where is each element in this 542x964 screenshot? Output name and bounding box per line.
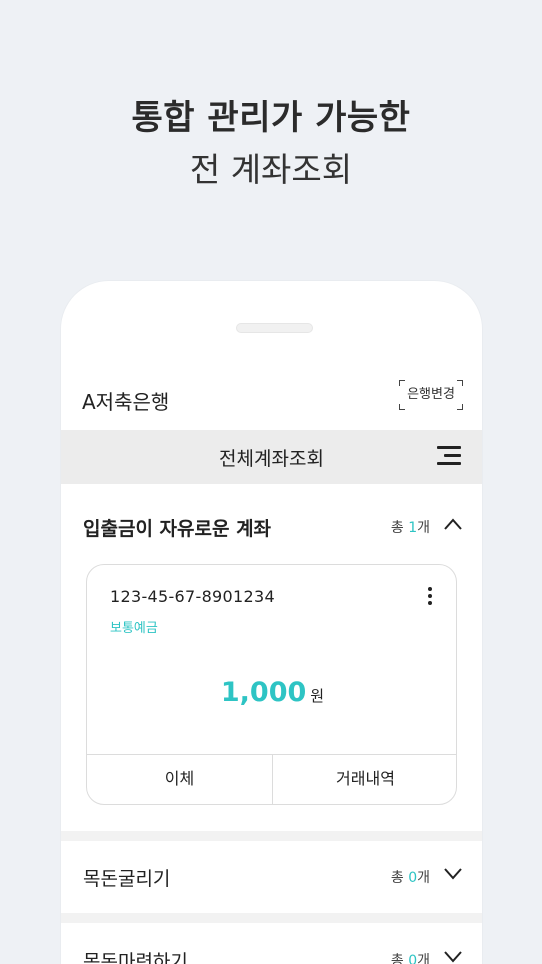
account-number: 123-45-67-8901234 <box>110 587 275 606</box>
bank-change-button[interactable]: 은행변경 <box>399 380 463 410</box>
menu-icon[interactable] <box>437 446 461 466</box>
more-vertical-icon[interactable] <box>428 587 432 605</box>
count-number: 0 <box>408 953 418 964</box>
headline-line-2: 전 계좌조회 <box>189 150 353 189</box>
section-title: 목돈굴리기 <box>83 868 171 890</box>
page-titlebar: 전체계좌조회 <box>61 430 482 484</box>
balance-unit: 원 <box>310 687 325 705</box>
account-balance: 1,000 원 <box>87 677 456 708</box>
section-count: 총 1개 <box>390 520 430 536</box>
balance-value: 1,000 <box>220 677 307 708</box>
account-card[interactable]: 123-45-67-8901234 보통예금 1,000 원 이체 거래내역 <box>86 564 457 805</box>
section-divider <box>61 913 482 923</box>
bracket-corner <box>457 404 463 410</box>
section-header-savings[interactable]: 목돈마련하기 총 0개 <box>61 939 482 964</box>
section-header-deposit[interactable]: 입출금이 자유로운 계좌 총 1개 <box>61 506 482 546</box>
section-divider <box>61 831 482 841</box>
chevron-up-icon[interactable] <box>444 518 462 530</box>
section-header-lump-sum[interactable]: 목돈굴리기 총 0개 <box>61 856 482 896</box>
promo-headline: 통합 관리가 가능한 전 계좌조회 <box>0 96 542 192</box>
card-actions: 이체 거래내역 <box>87 754 456 804</box>
headline-line-1: 통합 관리가 가능한 <box>131 98 411 138</box>
bank-change-label: 은행변경 <box>407 387 455 402</box>
transfer-button[interactable]: 이체 <box>87 755 273 804</box>
section-title: 입출금이 자유로운 계좌 <box>83 518 272 540</box>
bank-header: A저축은행 은행변경 <box>61 378 482 418</box>
count-number: 1 <box>408 520 418 536</box>
section-count: 총 0개 <box>390 870 430 886</box>
account-type: 보통예금 <box>110 621 158 636</box>
count-number: 0 <box>408 870 418 886</box>
chevron-down-icon[interactable] <box>444 868 462 880</box>
bracket-corner <box>399 404 405 410</box>
bracket-corner <box>399 380 405 386</box>
history-button[interactable]: 거래내역 <box>273 755 456 804</box>
section-title: 목돈마련하기 <box>83 951 188 964</box>
phone-speaker <box>236 323 313 333</box>
chevron-down-icon[interactable] <box>444 951 462 963</box>
phone-frame: A저축은행 은행변경 전체계좌조회 입출금이 자유로운 계좌 총 1개 123-… <box>61 281 482 964</box>
page-title: 전체계좌조회 <box>219 448 324 470</box>
bank-name: A저축은행 <box>82 390 170 414</box>
section-count: 총 0개 <box>391 950 430 964</box>
bracket-corner <box>457 380 463 386</box>
